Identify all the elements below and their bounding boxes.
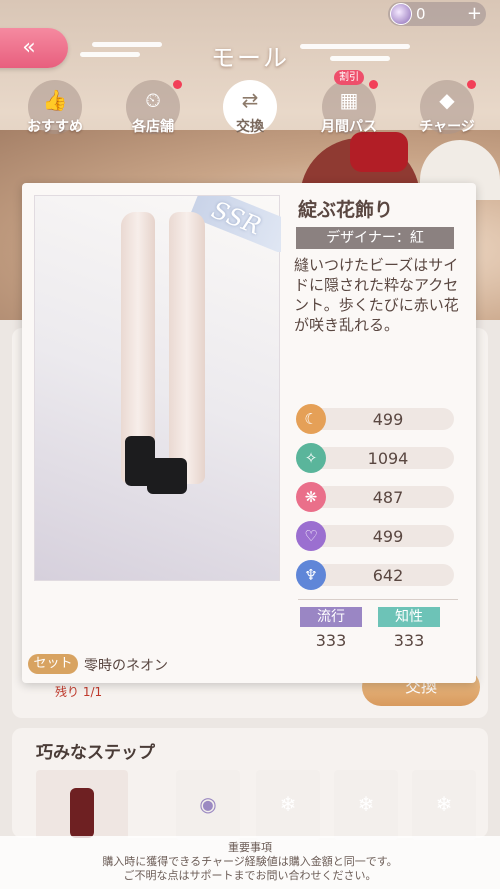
- item-description: 縫いつけたビーズはサイドに隠された粋なアクセント。歩くたびに赤い花が咲き乱れる。: [294, 256, 459, 334]
- empty-slot[interactable]: ❄: [412, 770, 476, 840]
- add-currency-icon[interactable]: +: [467, 4, 482, 24]
- empty-slot[interactable]: ❄: [334, 770, 398, 840]
- set-name[interactable]: 零時のネオン: [84, 655, 168, 675]
- tab-label: 交換: [236, 119, 264, 135]
- sweet-icon: ❋: [296, 482, 326, 512]
- tab-exchange[interactable]: ⇄ 交換: [217, 78, 283, 140]
- diamond-currency-icon: [390, 3, 412, 25]
- tab-label: 月間パス: [321, 119, 377, 135]
- set-badge: セット: [28, 654, 78, 674]
- fresh-icon: ✧: [296, 443, 326, 473]
- tag-trend: 流行: [300, 607, 362, 627]
- snowflake-icon: ❄: [435, 792, 453, 816]
- calendar-icon: ▦: [339, 88, 359, 112]
- tab-label: おすすめ: [27, 119, 83, 135]
- item-thumbnail[interactable]: [36, 770, 128, 840]
- stat-fresh: ✧ 1094: [296, 443, 454, 473]
- thumbs-up-icon: 👍: [42, 88, 68, 112]
- notice-line: ご不明な点はサポートまでお問い合わせください。: [123, 869, 377, 882]
- snowflake-icon: ❄: [357, 792, 375, 816]
- notice-panel: 重要事項 購入時に獲得できるチャージ経験値は購入金額と同一です。 ご不明な点はサ…: [0, 836, 500, 889]
- stat-cool: ♆ 642: [296, 560, 454, 590]
- tag-intellect-value: 333: [393, 631, 425, 650]
- shoe-right: [147, 458, 187, 494]
- exchange-icon: ⇄: [241, 88, 259, 112]
- tab-label: チャージ: [419, 119, 475, 135]
- stat-value: 642: [372, 566, 404, 585]
- stat-elegant: ☾ 499: [296, 404, 454, 434]
- stat-value: 499: [372, 410, 404, 429]
- stat-value: 1094: [367, 449, 409, 468]
- tag-trend-value: 333: [315, 631, 347, 650]
- item-preview-image: SSR: [34, 195, 281, 581]
- shop-tab-bar: 👍 おすすめ ⏲ 各店舗 ⇄ 交換 ▦ 月間パス ◆ チャージ: [0, 78, 500, 140]
- stat-value: 499: [372, 527, 404, 546]
- elegant-icon: ☾: [296, 404, 326, 434]
- notification-dot: [467, 80, 476, 89]
- snowflake-icon: ❄: [279, 792, 297, 816]
- section-title: 巧みなステップ: [36, 743, 155, 763]
- remaining-count: 残り 1/1: [55, 685, 103, 699]
- tab-stores[interactable]: ⏲ 各店舗: [120, 78, 186, 140]
- shoe-thumbnail: [70, 788, 94, 838]
- item-thumbnail-selected[interactable]: ◉: [176, 770, 240, 840]
- notice-line: 購入時に獲得できるチャージ経験値は購入金額と同一です。: [102, 855, 398, 868]
- gem-icon: ◉: [199, 792, 217, 816]
- discount-badge: 割引: [334, 70, 364, 85]
- page-title: モール: [211, 44, 289, 72]
- tab-recommended[interactable]: 👍 おすすめ: [22, 78, 88, 140]
- stocking-right: [169, 212, 205, 484]
- designer-label: デザイナー：紅: [296, 227, 454, 249]
- back-button[interactable]: «: [0, 28, 68, 68]
- diamond-icon: ◆: [439, 88, 455, 112]
- cool-icon: ♆: [296, 560, 326, 590]
- currency-counter[interactable]: 0 +: [388, 2, 486, 26]
- notification-dot: [173, 80, 182, 89]
- item-detail-popup: SSR 綻ぶ花飾り デザイナー：紅 縫いつけたビーズはサイドに隠された粋なアクセ…: [22, 183, 476, 683]
- sexy-icon: ♡: [296, 521, 326, 551]
- notification-dot: [369, 80, 378, 89]
- tab-label: 各店舗: [132, 119, 174, 135]
- stat-sexy: ♡ 499: [296, 521, 454, 551]
- tag-intellect: 知性: [378, 607, 440, 627]
- shop-icon: ⏲: [145, 88, 161, 112]
- currency-value: 0: [416, 5, 426, 23]
- item-name: 綻ぶ花飾り: [298, 199, 394, 221]
- title-decoration-left-2: [80, 52, 140, 57]
- stats-divider: [298, 599, 458, 600]
- empty-slot[interactable]: ❄: [256, 770, 320, 840]
- stat-value: 487: [372, 488, 404, 507]
- tab-charge[interactable]: ◆ チャージ: [414, 78, 480, 140]
- notice-heading: 重要事項: [228, 841, 272, 854]
- double-chevron-left-icon: «: [22, 35, 36, 60]
- tab-monthly-pass[interactable]: ▦ 月間パス: [316, 78, 382, 140]
- stat-sweet: ❋ 487: [296, 482, 454, 512]
